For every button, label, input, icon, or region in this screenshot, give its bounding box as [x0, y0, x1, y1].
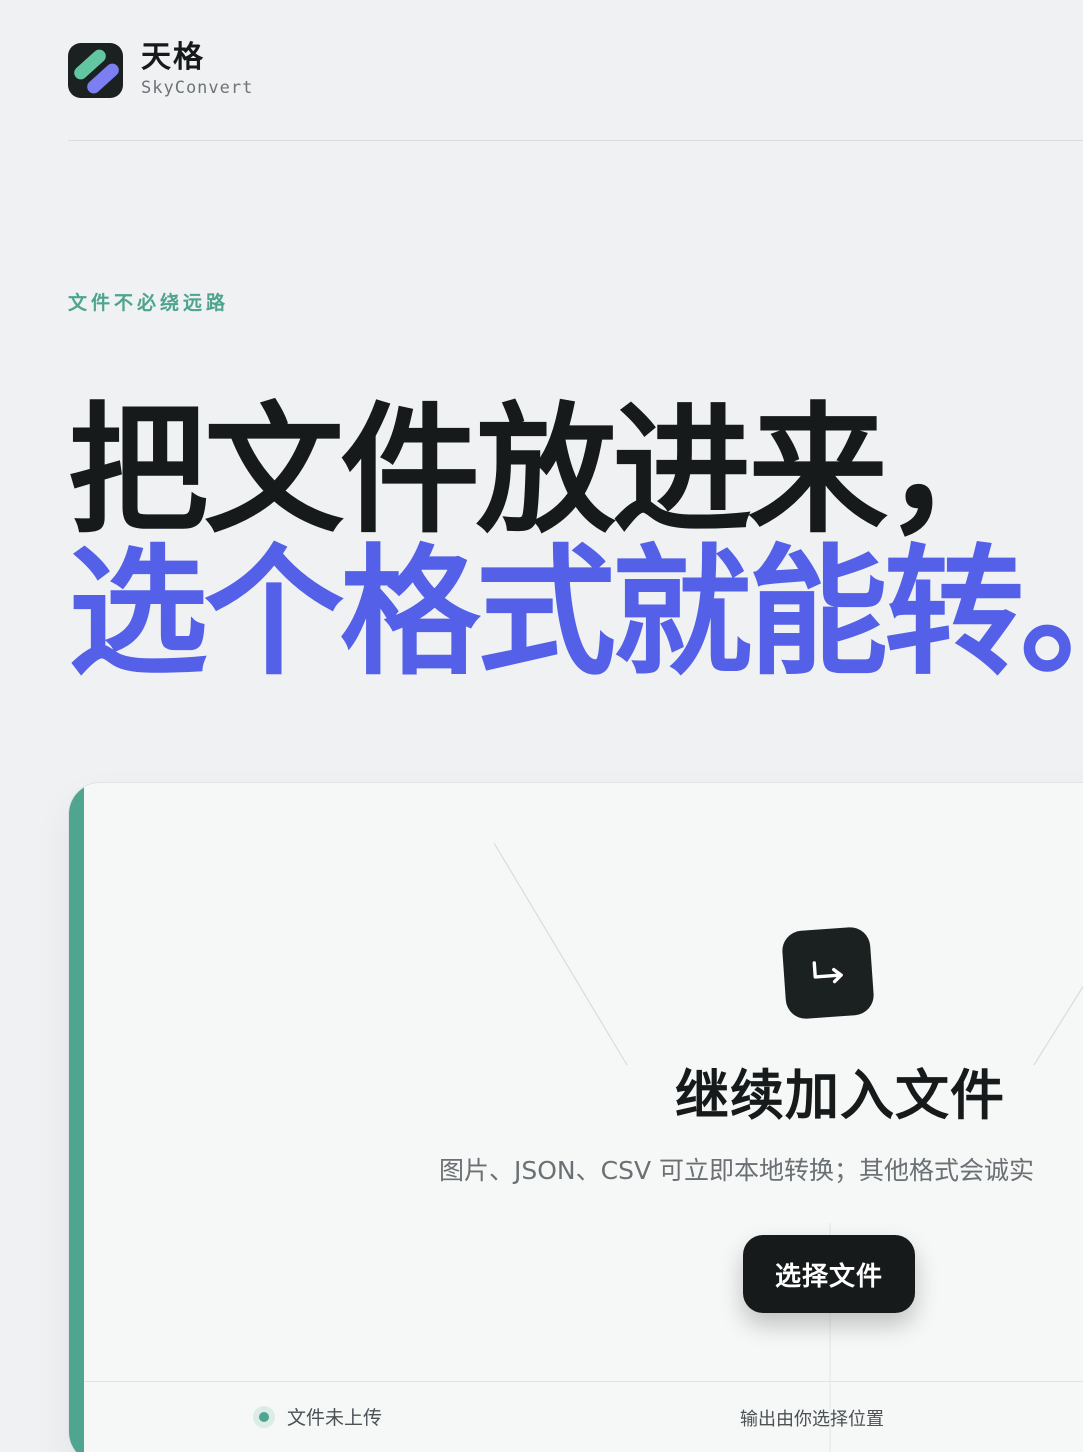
hero-eyebrow: 文件不必绕远路: [68, 292, 230, 314]
hero-headline: 把文件放进来， 选个格式就能转。: [68, 398, 1083, 688]
arrow-return-icon: [781, 926, 875, 1020]
brand[interactable]: 天格 SkyConvert: [68, 41, 253, 99]
upload-status: 文件未上传: [259, 1403, 382, 1430]
hero-headline-line1: 把文件放进来，: [68, 390, 1024, 553]
upload-status-text: 文件未上传: [287, 1407, 383, 1429]
dropzone-title: 继续加入文件: [675, 1064, 1005, 1127]
logo-icon: [68, 42, 123, 98]
brand-name: 天格: [141, 40, 205, 75]
select-file-button[interactable]: 选择文件: [743, 1235, 915, 1313]
decor-line-right: [1033, 985, 1083, 1066]
page: 天格 SkyConvert 文件不必绕远路 把文件放进来， 选个格式就能转。 继…: [0, 0, 1083, 1452]
decor-line-left: [493, 842, 628, 1066]
output-location-text: 输出由你选择位置: [740, 1409, 884, 1430]
dropzone-card[interactable]: 继续加入文件 图片、JSON、CSV 可立即本地转换；其他格式会诚实 选择文件 …: [68, 782, 1083, 1452]
brand-text: 天格 SkyConvert: [141, 41, 253, 99]
hero-headline-line2: 选个格式就能转。: [68, 532, 1083, 695]
dropzone-footer-divider: [84, 1381, 1083, 1382]
dropzone-description: 图片、JSON、CSV 可立即本地转换；其他格式会诚实: [439, 1156, 1034, 1185]
brand-subtitle: SkyConvert: [141, 78, 254, 98]
status-dot-icon: [259, 1411, 269, 1422]
header-divider: [68, 140, 1083, 141]
